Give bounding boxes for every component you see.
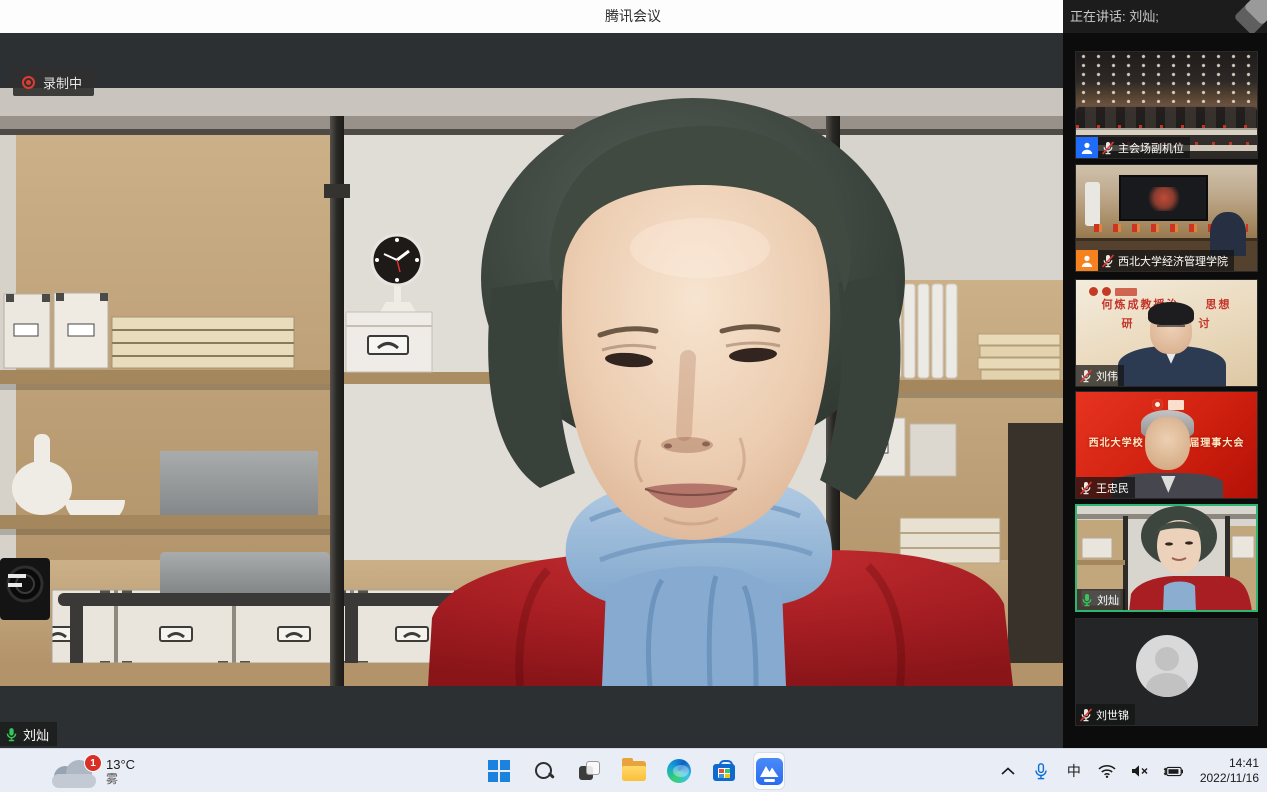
- participant-tile-liuwei[interactable]: 何炼成教授治思想 研讨 刘伟: [1075, 279, 1258, 387]
- participant-name: 刘伟: [1096, 368, 1118, 384]
- mic-on-icon: [1080, 593, 1094, 607]
- task-view-icon: [578, 760, 600, 782]
- speaker-name: 刘灿: [23, 725, 49, 744]
- system-tray: 中: [998, 749, 1259, 792]
- tencent-meeting-logo-icon: [1239, 0, 1267, 30]
- participant-label: 西北大学经济管理学院: [1098, 250, 1234, 271]
- weather-widget[interactable]: 1 13°C 雾: [50, 752, 135, 788]
- windows-start-icon: [488, 760, 510, 782]
- ime-indicator[interactable]: 中: [1064, 757, 1084, 785]
- participant-label: 主会场副机位: [1098, 137, 1190, 158]
- taskbar: 1 13°C 雾: [0, 748, 1267, 792]
- participant-name: 主会场副机位: [1118, 140, 1184, 156]
- wifi-tray-button[interactable]: [1097, 757, 1117, 785]
- speaking-indicator: 正在讲话: 刘灿;: [1063, 0, 1267, 33]
- folder-icon: [622, 761, 646, 781]
- tencent-meeting-window: 腾讯会议 正在讲话: 刘灿;: [0, 0, 1267, 792]
- chevron-up-icon: [1001, 767, 1015, 775]
- main-video-stage[interactable]: 录制中 刘灿: [0, 33, 1063, 748]
- person-badge-icon: [1076, 250, 1098, 271]
- participant-tile-main-venue[interactable]: 主会场副机位: [1075, 51, 1258, 159]
- avatar: [1136, 635, 1198, 697]
- tray-time: 14:41: [1200, 756, 1259, 771]
- speaking-label: 正在讲话: 刘灿;: [1070, 9, 1159, 24]
- mic-muted-icon: [1079, 369, 1093, 383]
- file-explorer-button[interactable]: [619, 753, 649, 789]
- tencent-meeting-icon: [756, 758, 783, 785]
- search-icon: [533, 760, 555, 782]
- microphone-icon: [1034, 763, 1048, 780]
- microsoft-store-icon: [713, 760, 735, 782]
- cloud-icon: 1: [50, 758, 100, 788]
- search-button[interactable]: [529, 753, 559, 789]
- speaker-nametag: 刘灿: [0, 722, 57, 746]
- participant-label: 刘伟: [1076, 365, 1124, 386]
- ime-chinese-label: 中: [1067, 761, 1081, 781]
- window-titlebar: [0, 0, 1063, 33]
- recording-label: 录制中: [43, 73, 82, 92]
- participant-name: 王忠民: [1096, 480, 1129, 496]
- microsoft-store-button[interactable]: [709, 753, 739, 789]
- battery-charging-icon: [1163, 765, 1183, 778]
- task-view-button[interactable]: [574, 753, 604, 789]
- main-video[interactable]: [0, 88, 1063, 686]
- participant-label: 刘世锦: [1076, 704, 1135, 725]
- taskbar-app-icons: [484, 749, 784, 792]
- mic-muted-icon: [1101, 141, 1115, 155]
- mic-muted-icon: [1079, 481, 1093, 495]
- banner-emblem: [1152, 399, 1184, 410]
- edge-browser-icon: [667, 759, 691, 783]
- participant-label: 王忠民: [1076, 477, 1135, 498]
- participant-name: 刘灿: [1097, 592, 1119, 608]
- recording-badge: 录制中: [13, 68, 94, 96]
- notification-badge: 1: [84, 754, 102, 772]
- tencent-meeting-taskbar-button[interactable]: [754, 753, 784, 789]
- participant-tile-wangzhongmin[interactable]: 西北大学校 届理事大会 王忠民: [1075, 391, 1258, 499]
- tray-date: 2022/11/16: [1200, 771, 1259, 786]
- wifi-icon: [1098, 764, 1116, 778]
- person-badge-icon: [1076, 137, 1098, 158]
- clock-widget[interactable]: 14:41 2022/11/16: [1196, 756, 1259, 786]
- weather-condition: 雾: [106, 772, 135, 787]
- mic-on-icon: [4, 727, 19, 742]
- volume-tray-button[interactable]: [1130, 757, 1150, 785]
- weather-temperature: 13°C: [106, 757, 135, 772]
- recording-icon: [22, 76, 35, 89]
- volume-muted-icon: [1131, 764, 1149, 778]
- participant-tile-liushijin[interactable]: 刘世锦: [1075, 618, 1258, 726]
- tray-overflow-button[interactable]: [998, 757, 1018, 785]
- main-video-scene: [0, 88, 1063, 686]
- mic-muted-icon: [1101, 254, 1115, 268]
- battery-tray-button[interactable]: [1163, 757, 1183, 785]
- microphone-tray-button[interactable]: [1031, 757, 1051, 785]
- participant-label: 刘灿: [1077, 589, 1125, 610]
- participant-tile-liucan[interactable]: 刘灿: [1075, 504, 1258, 612]
- start-button[interactable]: [484, 753, 514, 789]
- participant-name: 刘世锦: [1096, 707, 1129, 723]
- window-title: 腾讯会议: [605, 6, 661, 26]
- participants-sidebar: 主会场副机位 西北大学经济管理学院: [1063, 33, 1267, 748]
- participant-tile-nwu-school[interactable]: 西北大学经济管理学院: [1075, 164, 1258, 272]
- participant-name: 西北大学经济管理学院: [1118, 253, 1228, 269]
- mic-muted-icon: [1079, 708, 1093, 722]
- edge-button[interactable]: [664, 753, 694, 789]
